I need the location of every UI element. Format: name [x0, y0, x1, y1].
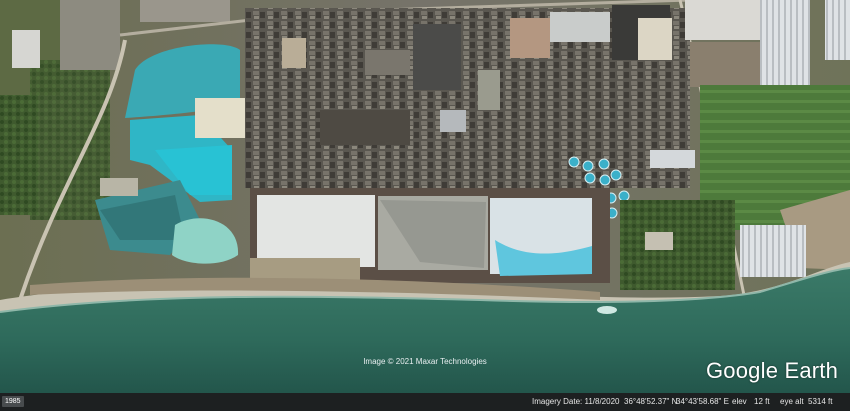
logo-text: Google Earth: [706, 358, 839, 383]
roof-grey: [365, 50, 410, 75]
roof-white-long: [650, 150, 695, 168]
white-pile: [638, 18, 672, 60]
sand-yard: [195, 98, 245, 138]
big-roof: [413, 24, 461, 90]
outfall-plume: [597, 306, 617, 314]
eye-altitude-label: eye alt: [780, 397, 804, 406]
map-viewport[interactable]: Image © 2021 Maxar Technologies Google E…: [0, 0, 850, 411]
roof-tan: [282, 38, 306, 68]
field-top-left: [60, 0, 120, 70]
shed-left: [100, 178, 138, 196]
greenhouses-far: [825, 0, 850, 60]
imagery-date: Imagery Date: 11/8/2020: [532, 397, 620, 406]
eye-altitude-value: 5314 ft: [808, 397, 833, 406]
google-earth-logo: Google Earth: [706, 357, 838, 385]
longitude-readout: 34°43'58.68" E: [676, 397, 729, 406]
elevation-value: 12 ft: [754, 397, 770, 406]
roof-dark-strip: [320, 110, 410, 145]
building-top-left: [12, 30, 40, 68]
red-lot: [510, 18, 550, 58]
tree-patch: [30, 60, 110, 220]
historical-imagery-year-badge[interactable]: 1985: [2, 396, 24, 407]
roof-silver-1: [440, 110, 466, 132]
elevation-label: elev: [732, 397, 747, 406]
satellite-imagery[interactable]: [0, 0, 850, 411]
greenhouses-top: [760, 0, 810, 85]
parking-top: [140, 0, 230, 22]
salt-basin-1: [257, 195, 375, 267]
status-bar: 1985 Imagery Date: 11/8/2020 36°48'52.37…: [0, 393, 850, 411]
bare-field: [690, 42, 770, 87]
green-belt: [620, 200, 735, 290]
roof-mid: [478, 70, 500, 110]
tank-farm-white: [685, 0, 760, 40]
roof-right: [645, 232, 673, 250]
sand-strip: [250, 258, 360, 280]
latitude-readout: 36°48'52.37" N: [624, 397, 678, 406]
roof-light-1: [550, 12, 610, 42]
greenhouses-bottom: [740, 225, 806, 277]
